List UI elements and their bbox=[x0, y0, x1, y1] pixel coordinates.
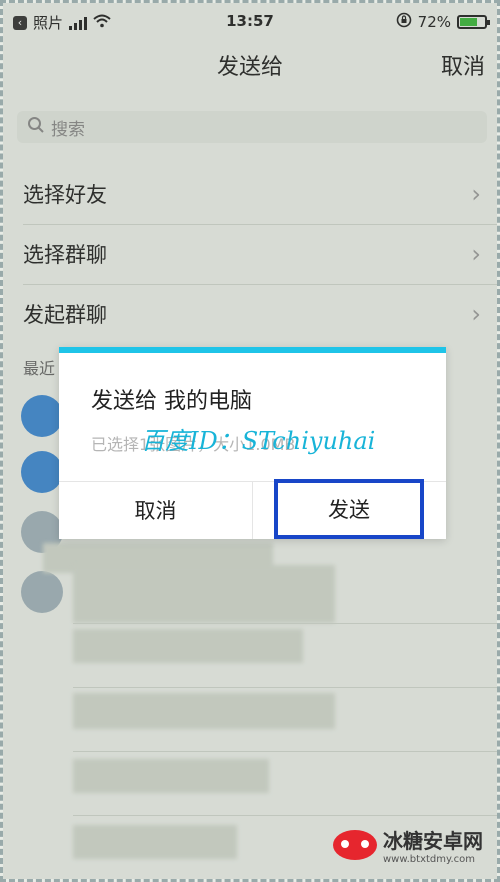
logo-icon bbox=[333, 830, 377, 860]
dialog-title: 发送给 我的电脑 bbox=[91, 389, 252, 414]
dialog-accent-bar bbox=[59, 347, 446, 353]
logo-name: 冰糖安卓网 bbox=[383, 829, 483, 853]
screen: ‹ 照片 13:57 72% 发送给 取消 搜索 选择好友 › 选择群聊 › 发… bbox=[0, 0, 500, 882]
dialog-send-button[interactable]: 发送 bbox=[274, 479, 424, 539]
dialog-button-divider bbox=[252, 481, 253, 539]
dialog-cancel-button[interactable]: 取消 bbox=[59, 481, 252, 539]
watermark-text: 百度ID：STchiyuhai bbox=[141, 427, 376, 455]
logo-text: 冰糖安卓网 www.btxtdmy.com bbox=[383, 825, 483, 865]
send-dialog: 发送给 我的电脑 已选择1张图片，大小1.0MB 百度ID：STchiyuhai… bbox=[59, 347, 446, 539]
logo-url: www.btxtdmy.com bbox=[383, 854, 476, 865]
site-logo: 冰糖安卓网 www.btxtdmy.com bbox=[333, 825, 483, 865]
